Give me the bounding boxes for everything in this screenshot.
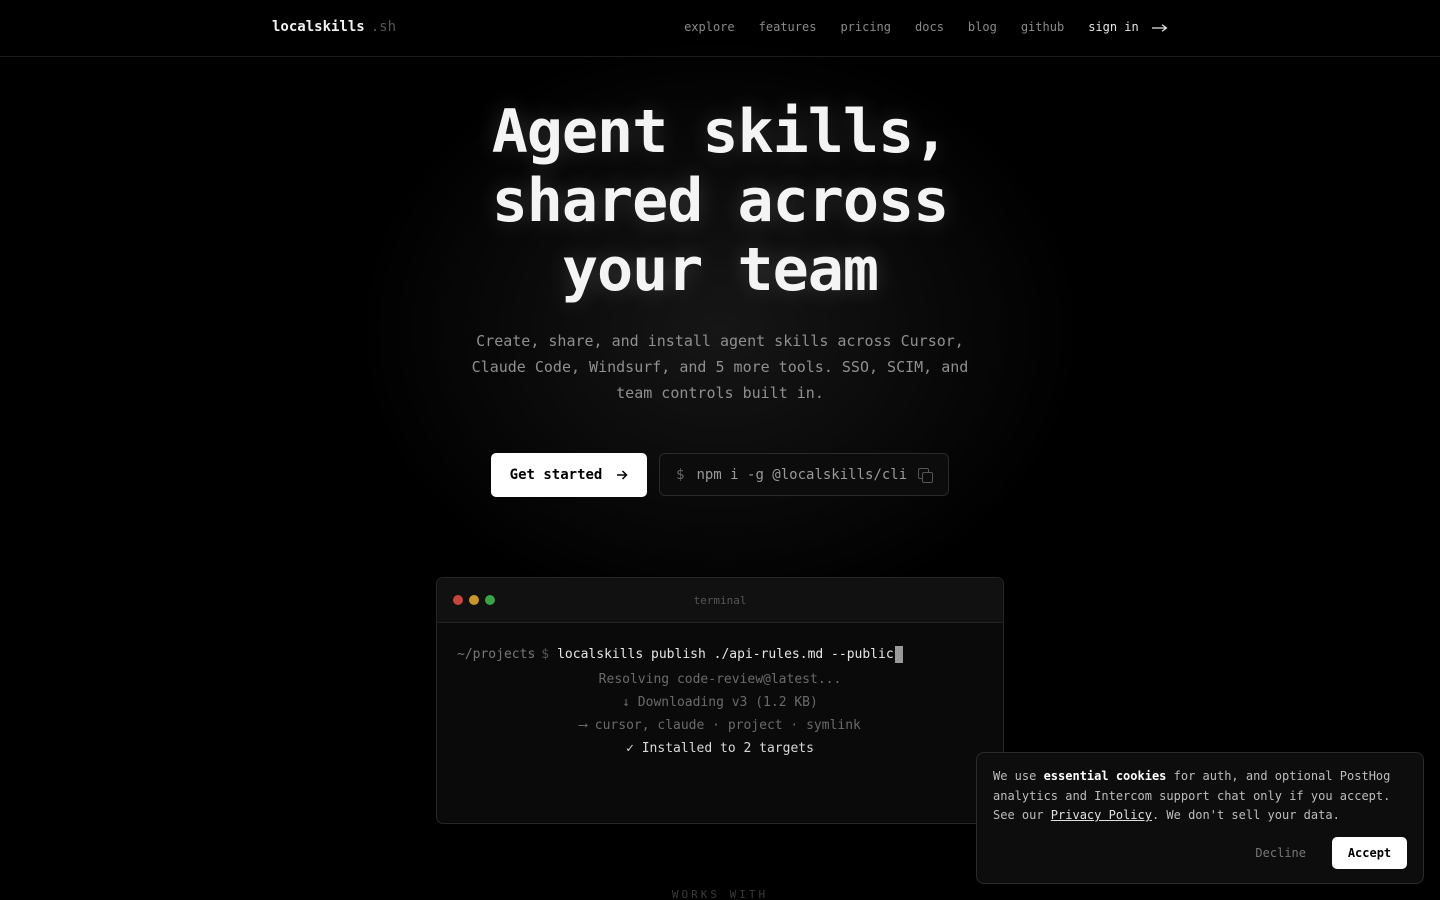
cookie-text-1: We use <box>993 769 1044 783</box>
cookie-text-3: . We don't sell your data. <box>1151 808 1340 822</box>
terminal-window: terminal ~/projects $ localskills publis… <box>436 577 1004 824</box>
hero-title-line-3: your team <box>561 235 879 305</box>
top-nav: localskills .sh explore features pricing … <box>0 0 1440 57</box>
cookie-banner: We use essential cookies for auth, and o… <box>976 752 1424 884</box>
hero-subtitle: Create, share, and install agent skills … <box>471 332 969 402</box>
terminal-title-bar: terminal <box>437 578 1003 623</box>
hero-title: Agent skills, shared across your team <box>0 98 1440 305</box>
hero-title-line-1: Agent skills, <box>491 97 950 167</box>
privacy-policy-link[interactable]: Privacy Policy <box>1051 808 1152 822</box>
terminal-output-line: ⟶ cursor, claude · project · symlink <box>579 718 861 733</box>
terminal-prompt: $ <box>541 646 550 662</box>
nav-link-features[interactable]: features <box>759 20 817 34</box>
install-command-box[interactable]: $ npm i -g @localskills/cli <box>659 453 949 496</box>
arrow-right-icon <box>617 470 628 480</box>
cookie-actions: Decline Accept <box>1241 837 1407 869</box>
works-with-heading: WORKS WITH <box>671 888 769 900</box>
cookie-text-bold: essential cookies <box>1043 769 1167 783</box>
terminal-output-line: ↓ Downloading v3 (1.2 KB) <box>622 695 818 710</box>
nav-link-pricing[interactable]: pricing <box>840 20 891 34</box>
nav-link-blog[interactable]: blog <box>968 20 997 34</box>
cta-row: Get started $ npm i -g @localskills/cli <box>491 453 949 497</box>
accept-button[interactable]: Accept <box>1332 837 1407 869</box>
terminal-success-line: ✓ Installed to 2 targets <box>626 741 814 756</box>
get-started-button[interactable]: Get started <box>491 453 647 497</box>
nav-link-github[interactable]: github <box>1021 20 1064 34</box>
nav-link-docs[interactable]: docs <box>915 20 944 34</box>
sign-in-label: sign in <box>1088 20 1139 34</box>
install-command: npm i -g @localskills/cli <box>696 466 908 483</box>
brand-name: localskills <box>272 19 365 35</box>
terminal-command-line: ~/projects $ localskills publish ./api-r… <box>457 645 983 663</box>
terminal-output-line: Resolving code-review@latest... <box>598 672 842 687</box>
hero-title-line-2: shared across <box>491 166 950 236</box>
terminal-output: Resolving code-review@latest... ↓ Downlo… <box>457 668 983 760</box>
brand-tld: .sh <box>370 19 397 35</box>
get-started-label: Get started <box>509 467 603 483</box>
copy-icon[interactable] <box>918 467 933 483</box>
terminal-body: ~/projects $ localskills publish ./api-r… <box>437 623 1003 782</box>
brand-logo[interactable]: localskills .sh <box>272 19 396 35</box>
arrow-right-icon <box>1152 23 1168 32</box>
sign-in-link[interactable]: sign in <box>1088 20 1168 34</box>
terminal-path: ~/projects <box>457 646 536 662</box>
terminal-command: localskills publish ./api-rules.md --pub… <box>557 646 894 662</box>
terminal-cursor <box>894 645 903 663</box>
nav-links: explore features pricing docs blog githu… <box>684 20 1168 34</box>
cookie-message: We use essential cookies for auth, and o… <box>993 767 1407 826</box>
decline-button[interactable]: Decline <box>1241 838 1320 868</box>
terminal-title: terminal <box>693 594 747 607</box>
install-prompt: $ <box>676 466 685 483</box>
nav-link-explore[interactable]: explore <box>684 20 735 34</box>
